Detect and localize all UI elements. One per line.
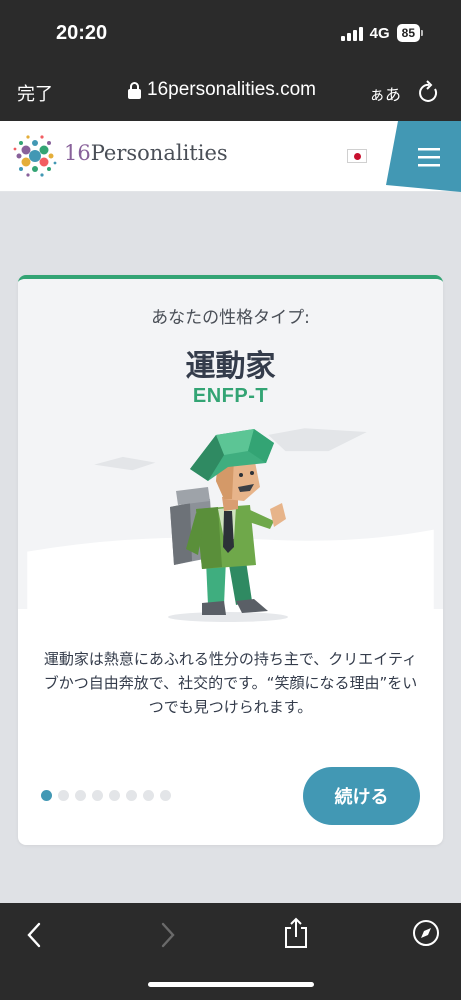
pager-dot[interactable]: [41, 790, 52, 801]
pager-dot[interactable]: [92, 790, 103, 801]
pager-dot[interactable]: [126, 790, 137, 801]
campaigner-illustration: [168, 429, 288, 622]
type-name: 運動家: [185, 349, 276, 384]
status-indicators: 4G 85: [340, 24, 423, 42]
type-code: ENFP-T: [192, 385, 269, 407]
status-time: 20:20: [56, 22, 108, 44]
browser-bar: 完了 16personalities.com ぁあ: [0, 68, 461, 121]
share-icon[interactable]: [283, 917, 309, 949]
battery-icon: 85: [396, 24, 423, 42]
result-card: あなたの性格タイプ: 運動家 ENFP-T 運動家は熱意にあふれる性分の持ち主で…: [18, 275, 443, 845]
signal-icon: [340, 26, 363, 41]
back-icon[interactable]: [24, 921, 46, 949]
pager-dot[interactable]: [109, 790, 120, 801]
battery-level: 85: [396, 24, 420, 42]
your-type-label: あなたの性格タイプ:: [151, 308, 310, 328]
continue-button[interactable]: 続ける: [303, 767, 420, 825]
done-button[interactable]: 完了: [17, 80, 53, 106]
site-header: 16Personalities: [0, 121, 461, 192]
pager-dot[interactable]: [160, 790, 171, 801]
pager-dots: [41, 790, 171, 801]
home-indicator: [148, 982, 314, 987]
reload-icon[interactable]: [418, 80, 440, 104]
type-description: 運動家は熱意にあふれる性分の持ち主で、クリエイティブかつ自由奔放で、社交的です。…: [43, 650, 418, 716]
logo-number: 16: [64, 141, 91, 165]
logo-icon[interactable]: [12, 133, 58, 179]
lock-icon: [128, 81, 141, 99]
japan-flag-icon[interactable]: [347, 149, 367, 163]
text-size-button[interactable]: ぁあ: [369, 81, 401, 105]
forward-icon[interactable]: [156, 921, 178, 949]
url-text: 16personalities.com: [147, 79, 316, 100]
pager-dot[interactable]: [58, 790, 69, 801]
pager-dot[interactable]: [75, 790, 86, 801]
network-type: 4G: [369, 24, 390, 42]
logo-text[interactable]: 16Personalities: [64, 141, 228, 165]
address-bar[interactable]: 16personalities.com: [128, 79, 316, 101]
menu-button[interactable]: [386, 121, 461, 192]
logo-word: Personalities: [90, 141, 228, 165]
compass-icon[interactable]: [412, 919, 440, 947]
status-bar: 20:20 4G 85: [0, 0, 461, 68]
pager-dot[interactable]: [143, 790, 154, 801]
